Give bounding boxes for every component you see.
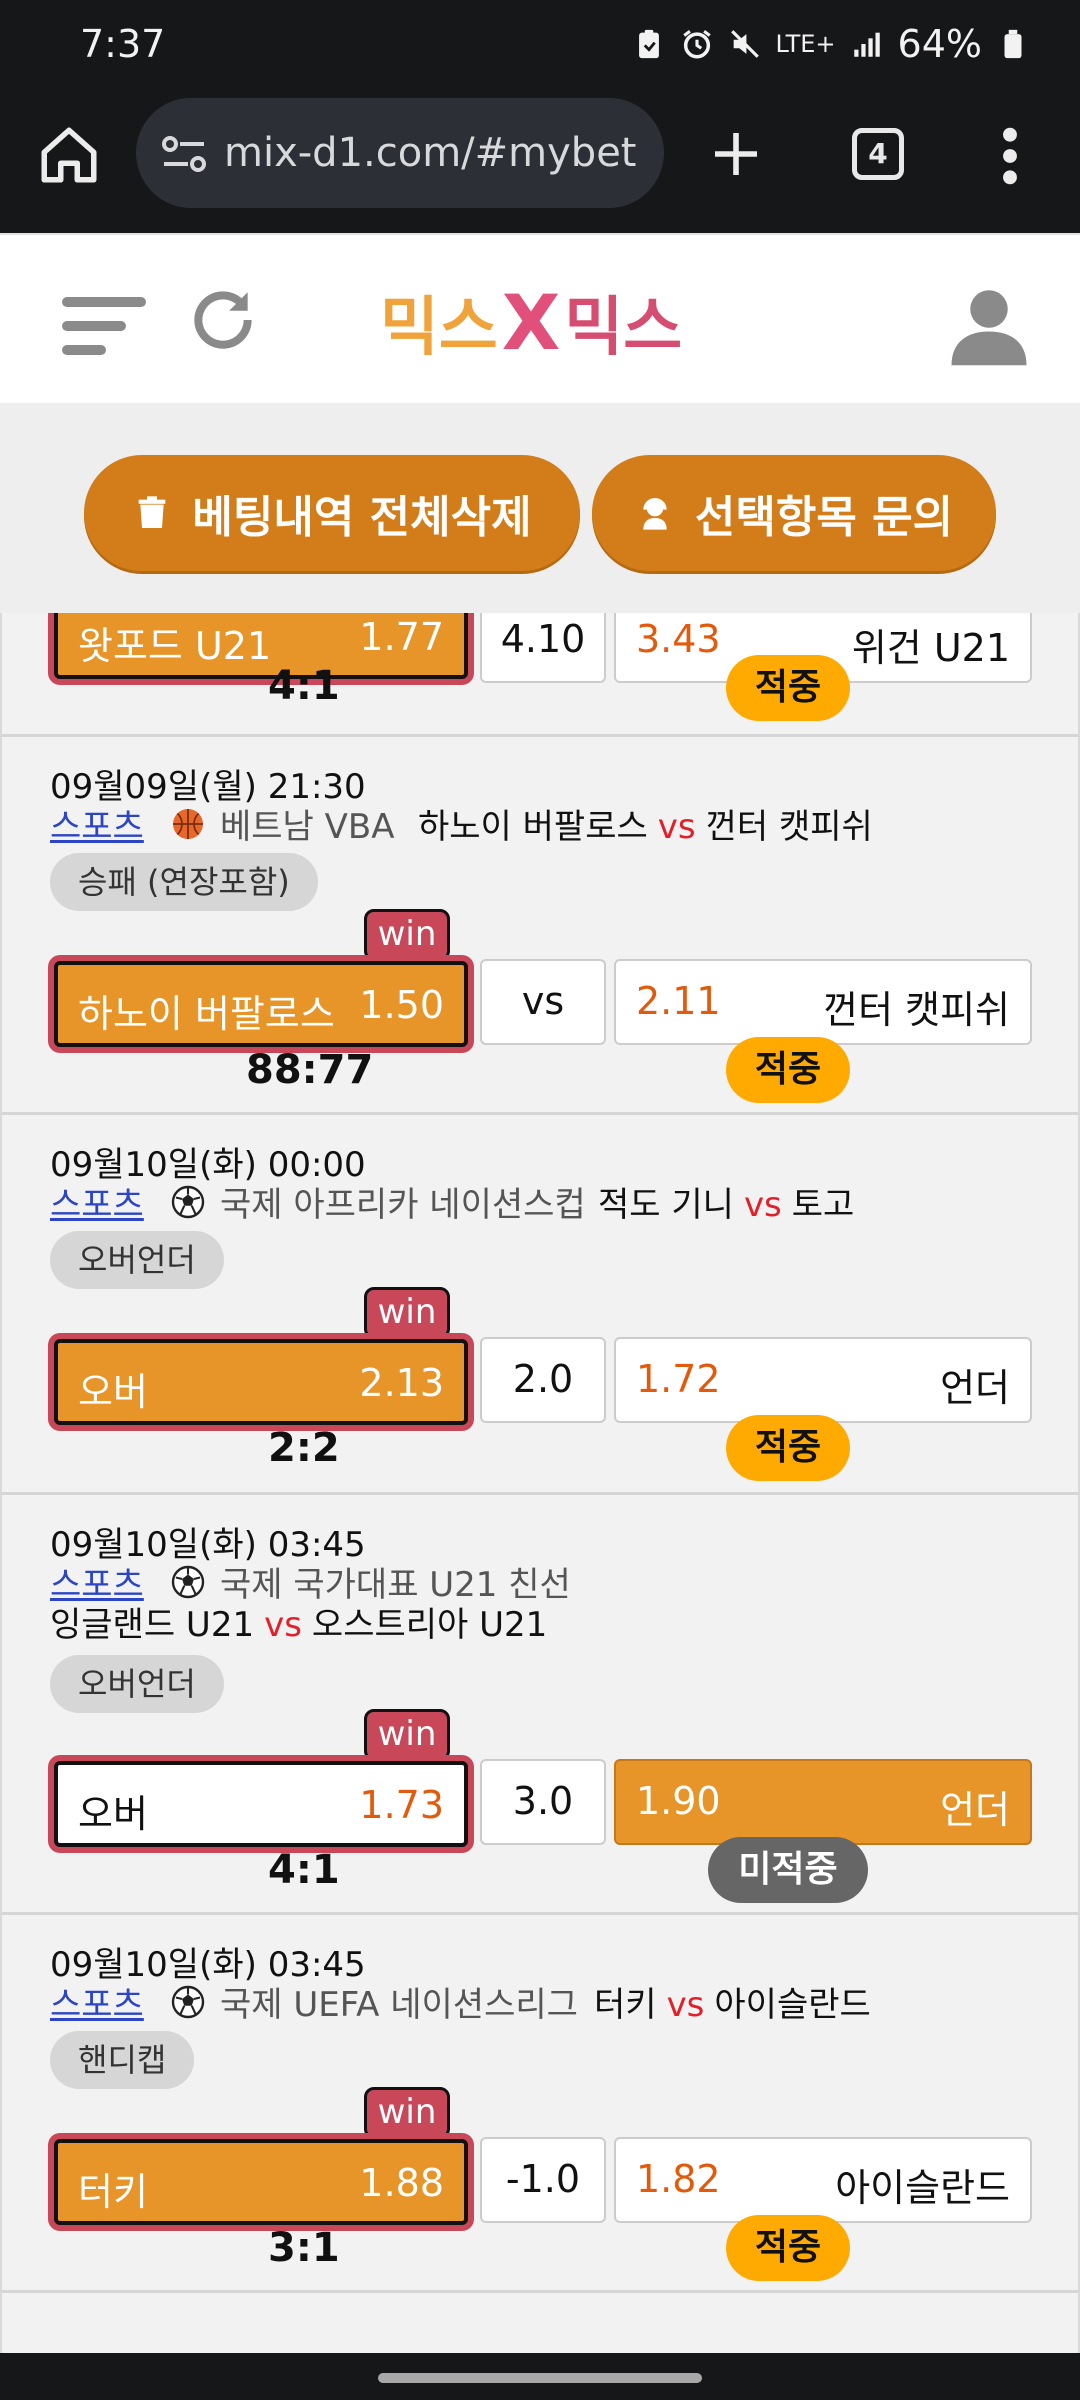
- trash-icon: [139, 496, 166, 528]
- sport-link[interactable]: 스포츠: [50, 799, 144, 848]
- league: 국제 UEFA 네이션스리그: [170, 1977, 578, 2026]
- final-score: 88:77: [246, 1047, 374, 1093]
- more-menu-icon[interactable]: [998, 124, 1022, 188]
- market-tag: 핸디캡: [50, 2031, 195, 2089]
- alarm-icon: [682, 30, 711, 59]
- match-teams: 적도 기니 vs 토고: [598, 1185, 855, 1225]
- clipboard-icon: [638, 29, 659, 59]
- result-badge: 적중: [726, 1037, 850, 1103]
- status-bar: 7:37 LTE+ 64%: [0, 0, 1080, 90]
- battery-icon: [1004, 29, 1022, 59]
- under-pick[interactable]: 1.90 언더: [614, 1759, 1032, 1845]
- signal-icon: [853, 32, 880, 57]
- status-icons: LTE+ 64%: [632, 22, 1030, 66]
- status-time: 7:37: [80, 22, 166, 66]
- delete-all-label: 베팅내역 전체삭제: [192, 492, 532, 543]
- bet-card: 09월09일(월) 21:30 스포츠 베트남 VBA 하노이 버팔로스 vs 껀터…: [2, 737, 1078, 1115]
- win-badge: win: [364, 909, 450, 961]
- match-teams: 터키 vs 아이슬란드: [594, 1985, 871, 2025]
- bet-card: 왓포드 U21 1.77 4.10 3.43 위건 U21 4:1 적중: [2, 613, 1078, 737]
- result-badge: 적중: [726, 2215, 850, 2281]
- mute-icon: [730, 30, 759, 58]
- result-badge: 미적중: [708, 1837, 868, 1903]
- network-type: LTE+: [775, 30, 836, 58]
- bet-card: 09월10일(화) 03:45 스포츠 국제 국가대표 U21 친선 잉글랜드 …: [2, 1495, 1078, 1915]
- sport-link[interactable]: 스포츠: [50, 1977, 144, 2026]
- bet-history-list[interactable]: 왓포드 U21 1.77 4.10 3.43 위건 U21 4:1 적중 09월…: [0, 613, 1080, 2353]
- match-teams: 하노이 버팔로스 vs 껀터 캣피쉬: [418, 807, 873, 847]
- app-header: 믹스 X 믹스: [0, 233, 1080, 403]
- inquiry-selected-button[interactable]: 선택항목 문의: [592, 455, 996, 571]
- url-text[interactable]: mix-d1.com/#mybet: [224, 130, 636, 176]
- bet-card: 09월10일(화) 03:45 스포츠 국제 UEFA 네이션스리그 터키 vs 아…: [2, 1915, 1078, 2293]
- site-logo[interactable]: 믹스 X 믹스: [380, 277, 700, 367]
- match-teams: 잉글랜드 U21 vs 오스트리아 U21: [50, 1605, 548, 1645]
- final-score: 4:1: [268, 1847, 340, 1893]
- handicap-value: -1.0: [480, 2137, 606, 2223]
- market-tag: 승패 (연장포함): [50, 853, 318, 911]
- site-settings-icon[interactable]: [160, 134, 208, 174]
- address-bar[interactable]: mix-d1.com/#mybet: [136, 98, 664, 208]
- bet-card: 09월10일(화) 00:00 스포츠 국제 아프리카 네이션스컵 적도 기니 v…: [2, 1115, 1078, 1495]
- browser-toolbar: mix-d1.com/#mybet 4: [0, 90, 1080, 233]
- league: 베트남 VBA: [170, 799, 395, 848]
- user-profile-icon[interactable]: [944, 279, 1034, 369]
- battery-percent: 64%: [897, 22, 982, 66]
- win-badge: win: [364, 1709, 450, 1761]
- under-pick[interactable]: 1.72 언더: [614, 1337, 1032, 1423]
- menu-icon[interactable]: [60, 285, 150, 365]
- away-pick[interactable]: 1.82 아이슬란드: [614, 2137, 1032, 2223]
- home-pick[interactable]: 터키 1.88: [54, 2139, 468, 2225]
- final-score: 2:2: [268, 1425, 340, 1471]
- support-agent-icon: [643, 498, 667, 530]
- result-badge: 적중: [726, 655, 850, 721]
- home-gesture-handle[interactable]: [378, 2373, 702, 2383]
- soccer-ball-icon: [171, 1565, 205, 1598]
- inquiry-label: 선택항목 문의: [694, 492, 954, 543]
- basketball-icon: [173, 808, 203, 839]
- tab-switcher-button[interactable]: 4: [852, 128, 904, 180]
- win-badge: win: [364, 2087, 450, 2139]
- win-badge: win: [364, 1287, 450, 1339]
- soccer-ball-icon: [171, 1185, 205, 1218]
- refresh-icon[interactable]: [186, 283, 260, 357]
- home-pick[interactable]: 하노이 버팔로스 1.50: [54, 961, 468, 1047]
- soccer-ball-icon: [171, 1985, 205, 2018]
- home-icon[interactable]: [36, 122, 102, 188]
- result-badge: 적중: [726, 1415, 850, 1481]
- new-tab-icon[interactable]: [708, 126, 764, 182]
- delete-all-history-button[interactable]: 베팅내역 전체삭제: [84, 455, 580, 571]
- mid-value: vs: [480, 959, 606, 1045]
- line-value: 2.0: [480, 1337, 606, 1423]
- market-tag: 오버언더: [50, 1231, 224, 1289]
- over-pick[interactable]: 오버 1.73: [54, 1761, 468, 1847]
- market-tag: 오버언더: [50, 1655, 224, 1713]
- away-pick[interactable]: 2.11 껀터 캣피쉬: [614, 959, 1032, 1045]
- line-value: 3.0: [480, 1759, 606, 1845]
- action-bar: 베팅내역 전체삭제 선택항목 문의: [0, 403, 1080, 613]
- final-score: 4:1: [268, 663, 340, 709]
- home-pick[interactable]: 왓포드 U21 1.77: [54, 613, 468, 679]
- over-pick[interactable]: 오버 2.13: [54, 1339, 468, 1425]
- system-nav-bar: [0, 2353, 1080, 2400]
- sport-link[interactable]: 스포츠: [50, 1177, 144, 1226]
- final-score: 3:1: [268, 2225, 340, 2271]
- league: 국제 아프리카 네이션스컵: [170, 1177, 586, 1226]
- draw-pick[interactable]: 4.10: [480, 613, 606, 683]
